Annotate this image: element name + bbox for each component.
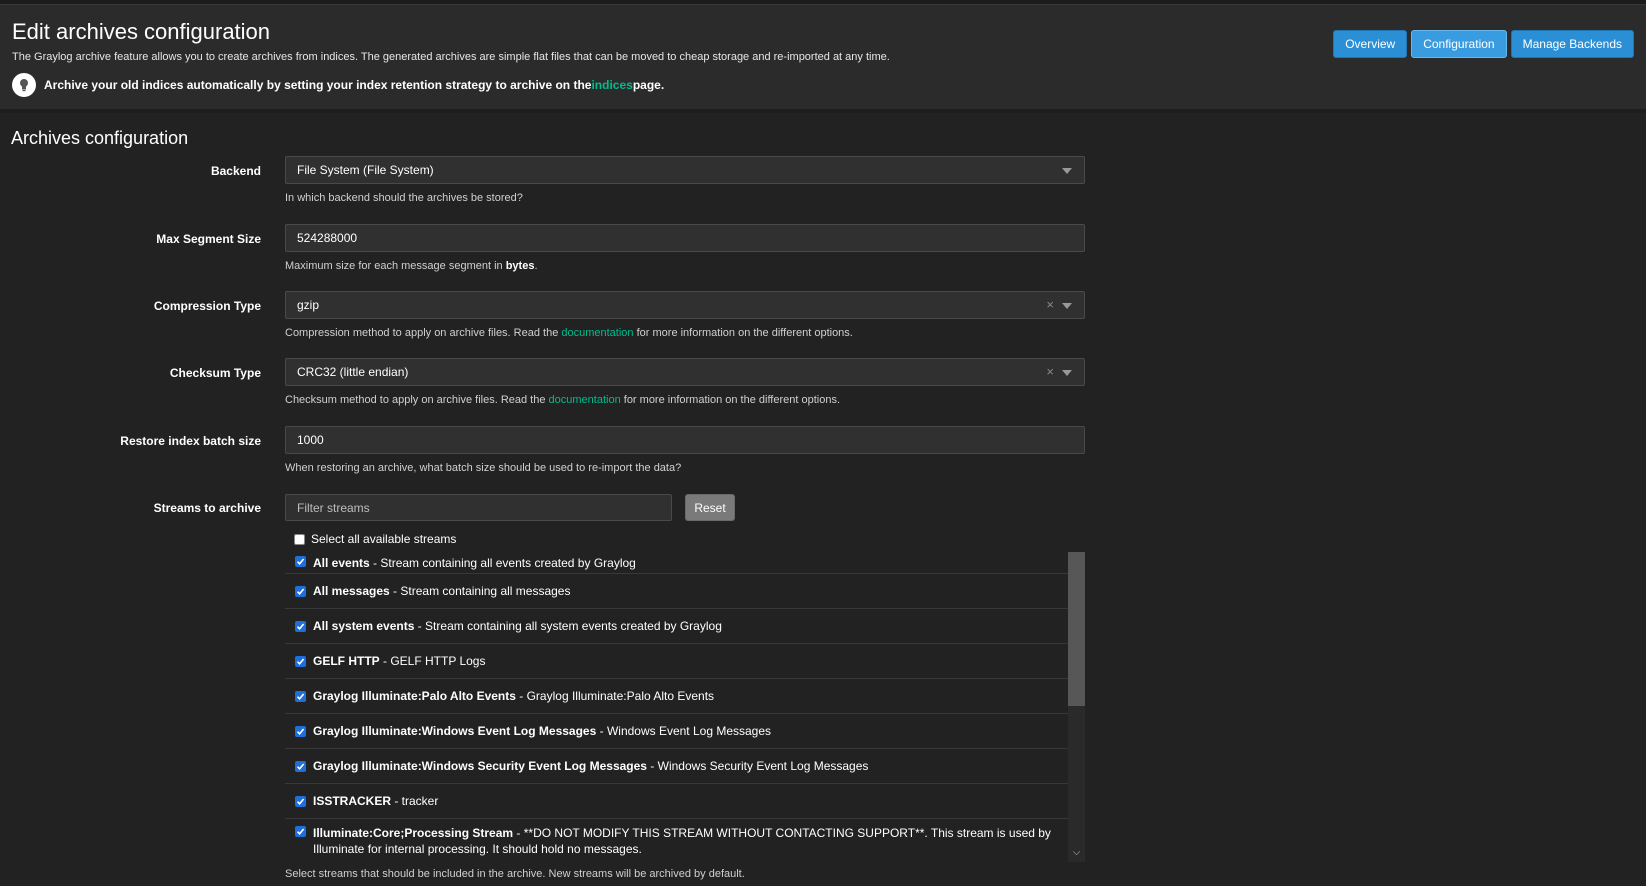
checkbox-checked[interactable] [295, 761, 306, 772]
stream-item[interactable]: Graylog Illuminate:Palo Alto Events - Gr… [285, 679, 1068, 714]
compression-type-label: Compression Type [153, 299, 261, 313]
max-segment-size-help: Maximum size for each message segment in… [285, 260, 538, 272]
checksum-type-label: Checksum Type [169, 366, 261, 380]
backend-label: Backend [210, 164, 261, 178]
streams-label: Streams to archive [153, 501, 261, 515]
checkbox-checked[interactable] [295, 796, 306, 807]
compression-type-value: gzip [297, 298, 320, 312]
header-panel: Edit archives configuration The Graylog … [0, 5, 1646, 113]
restore-batch-size-value: 1000 [297, 433, 324, 447]
stream-item[interactable]: ISSTRACKER - tracker [285, 784, 1068, 819]
stream-item[interactable]: Illuminate:Core;Processing Stream - **DO… [285, 819, 1068, 862]
compression-documentation-link[interactable]: documentation [561, 327, 633, 339]
max-segment-size-value: 524288000 [297, 231, 358, 245]
stream-item[interactable]: All events - Stream containing all event… [285, 552, 1068, 574]
restore-batch-size-input[interactable]: 1000 [285, 426, 1085, 454]
header-buttons: Overview Configuration Manage Backends [1333, 30, 1634, 58]
overview-button[interactable]: Overview [1333, 30, 1408, 58]
checksum-documentation-link[interactable]: documentation [549, 394, 621, 406]
checkbox-checked[interactable] [295, 656, 306, 667]
scrollbar-thumb[interactable] [1068, 552, 1085, 706]
scroll-down-icon[interactable]: ⌵ [1068, 845, 1085, 861]
retention-tip: Archive your old indices automatically b… [12, 73, 1634, 97]
section-title: Archives configuration [11, 128, 189, 148]
backend-help: In which backend should the archives be … [285, 192, 523, 204]
restore-batch-size-label: Restore index batch size [120, 434, 261, 448]
lightbulb-icon [12, 73, 36, 97]
select-all-streams[interactable]: Select all available streams [294, 532, 456, 546]
stream-item[interactable]: All system events - Stream containing al… [285, 609, 1068, 644]
select-all-label: Select all available streams [311, 532, 457, 546]
filter-streams-input[interactable]: Filter streams [285, 494, 672, 521]
indices-link[interactable]: indices [591, 78, 632, 92]
chevron-down-icon [1062, 303, 1072, 309]
checkbox-checked[interactable] [295, 691, 306, 702]
chevron-down-icon [1062, 168, 1072, 174]
backend-value: File System (File System) [297, 163, 434, 177]
stream-item[interactable]: Graylog Illuminate:Windows Security Even… [285, 749, 1068, 784]
checkbox-checked[interactable] [295, 826, 306, 837]
filter-streams-placeholder: Filter streams [297, 500, 370, 515]
chevron-down-icon [1062, 370, 1072, 376]
checkbox-checked[interactable] [295, 586, 306, 597]
checkbox-checked[interactable] [295, 621, 306, 632]
checksum-type-select[interactable]: CRC32 (little endian) × [285, 358, 1085, 386]
stream-item[interactable]: GELF HTTP - GELF HTTP Logs [285, 644, 1068, 679]
checksum-type-value: CRC32 (little endian) [297, 365, 409, 379]
backend-select[interactable]: File System (File System) [285, 156, 1085, 184]
configuration-button[interactable]: Configuration [1411, 30, 1507, 58]
stream-item[interactable]: All messages - Stream containing all mes… [285, 574, 1068, 609]
max-segment-size-input[interactable]: 524288000 [285, 224, 1085, 252]
checkbox-checked[interactable] [295, 556, 306, 567]
compression-type-help: Compression method to apply on archive f… [285, 327, 853, 339]
stream-list[interactable]: All events - Stream containing all event… [285, 552, 1085, 862]
streams-help: Select streams that should be included i… [285, 868, 745, 880]
tip-text-after: page. [632, 78, 665, 92]
select-all-checkbox[interactable] [294, 533, 305, 545]
reset-button[interactable]: Reset [685, 494, 735, 521]
checksum-type-help: Checksum method to apply on archive file… [285, 394, 841, 406]
stream-item[interactable]: Graylog Illuminate:Windows Event Log Mes… [285, 714, 1068, 749]
max-segment-size-label: Max Segment Size [156, 232, 261, 246]
clear-icon[interactable]: × [1046, 298, 1054, 312]
checkbox-checked[interactable] [295, 726, 306, 737]
tip-text-before: Archive your old indices automatically b… [44, 78, 592, 92]
restore-batch-size-help: When restoring an archive, what batch si… [285, 462, 682, 474]
clear-icon[interactable]: × [1046, 365, 1054, 379]
manage-backends-button[interactable]: Manage Backends [1510, 30, 1634, 58]
compression-type-select[interactable]: gzip × [285, 291, 1085, 319]
